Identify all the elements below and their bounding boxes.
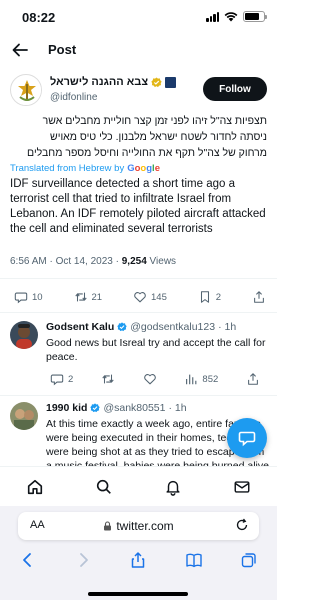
reply-count: 2 [68,373,74,385]
heart-icon [134,292,146,303]
reply-icon [14,292,28,304]
lock-icon [104,521,112,531]
post-author: צבא ההגנה לישראל @idfonline Follow [10,74,267,108]
tabs-icon[interactable] [240,551,258,569]
safari-toolbar: AA twitter.com [0,506,277,600]
reply-actions: 2 852 [50,369,260,389]
hebrew-line: תצפיות צה"ל זיהו לפני זמן קצר חוליית מחב… [42,115,267,127]
reply-bubble-icon [238,431,256,447]
google-logo: Google [127,163,160,174]
bookmarks-icon[interactable] [185,551,203,569]
battery-icon [243,11,267,22]
repost-icon [74,292,87,302]
reply-header: Godsent Kalu @godsentkalu123 · 1h [46,321,236,333]
compose-reply-button[interactable] [227,418,267,458]
share-sheet-icon[interactable] [129,551,147,569]
reply-author-name[interactable]: Godsent Kalu [46,321,114,333]
status-icons [206,11,267,22]
reply-count: 10 [32,291,43,303]
avatar[interactable] [10,402,38,430]
url-display: twitter.com [18,519,259,533]
reply-author-name[interactable]: 1990 kid [46,402,87,414]
heart-icon [143,374,156,385]
affiliate-badge [165,76,177,88]
verified-icon [90,403,101,413]
verified-icon [117,322,127,332]
share-button[interactable] [246,372,260,386]
author-name[interactable]: צבא ההגנה לישראל [50,76,177,88]
back-arrow-icon[interactable] [10,40,30,60]
reply-header: 1990 kid @sank80551 · 1h [46,402,187,414]
like-button[interactable]: 145 [133,290,167,304]
post-actions: 10 21 145 2 [14,287,266,307]
wifi-icon [224,12,238,22]
post-timestamp: 6:56 AM · Oct 14, 2023 · [10,256,122,267]
reply-text: Good news but Isreal try and accept the … [46,337,266,363]
views-button[interactable]: 852 [184,372,218,386]
bookmark-count: 2 [215,291,222,303]
reply-time: · 1h [218,321,237,333]
repost-button[interactable] [101,372,115,386]
follow-button[interactable]: Follow [203,77,267,101]
signal-icon [206,11,219,22]
safari-actions [0,548,277,572]
share-icon [254,291,264,303]
home-indicator [88,592,188,596]
idf-emblem-icon [12,76,41,105]
forward-icon[interactable] [74,551,92,569]
page-title: Post [48,42,77,57]
reply-handle[interactable]: @godsentkalu123 [130,321,215,333]
reply-icon [50,374,64,386]
repost-icon [102,374,114,384]
views-count: 9,254 [121,256,147,267]
bookmark-button[interactable]: 2 [198,290,221,304]
back-icon[interactable] [19,551,37,569]
divider [0,395,277,396]
reply-button[interactable]: 10 [14,290,43,304]
home-icon[interactable] [26,478,44,496]
url-text: twitter.com [116,519,174,533]
repost-button[interactable]: 21 [74,290,103,304]
address-bar[interactable]: AA twitter.com [18,512,259,540]
reload-icon[interactable] [235,518,249,532]
post-text-hebrew: תצפיות צה"ל זיהו לפני זמן קצר חוליית מחב… [10,113,267,161]
share-icon [248,373,258,385]
status-time: 08:22 [22,10,56,25]
bookmark-icon [200,291,209,303]
analytics-icon [186,374,197,385]
avatar-image [10,402,38,430]
avatar-image [10,321,38,349]
messages-icon[interactable] [233,478,251,496]
like-button[interactable] [143,372,157,386]
hebrew-line: מרחוק של צה"ל תקף את החולייה וחיסל מספר … [27,147,267,159]
author-display-name: צבא ההגנה לישראל [50,76,149,88]
bottom-nav [0,466,277,506]
translation-note[interactable]: Translated from Hebrew by Google [10,163,160,174]
verified-gold-icon [151,76,162,87]
notifications-icon[interactable] [164,478,182,496]
status-bar: 08:22 [0,0,277,34]
search-icon[interactable] [95,478,113,496]
repost-count: 21 [91,291,103,303]
author-handle[interactable]: @idfonline [50,92,97,103]
divider [0,312,277,313]
avatar[interactable] [10,74,42,106]
reply-handle[interactable]: @sank80551 [103,402,165,414]
post-header: Post [0,34,277,66]
share-button[interactable] [252,290,266,304]
views-count: 852 [202,373,219,385]
reply-time: · 1h [168,402,187,414]
divider [0,278,277,279]
hebrew-line: ניסתה לחדור לשטח ישראל מלבנון. כלי טיס מ… [50,131,267,143]
post-text-english: IDF surveillance detected a short time a… [10,178,266,235]
post-meta: 6:56 AM · Oct 14, 2023 · 9,254 Views [10,256,176,267]
translation-label: Translated from Hebrew by [10,163,125,174]
avatar[interactable] [10,321,38,349]
reply-button[interactable]: 2 [50,372,73,386]
like-count: 145 [151,291,167,303]
views-label: Views [146,256,177,267]
